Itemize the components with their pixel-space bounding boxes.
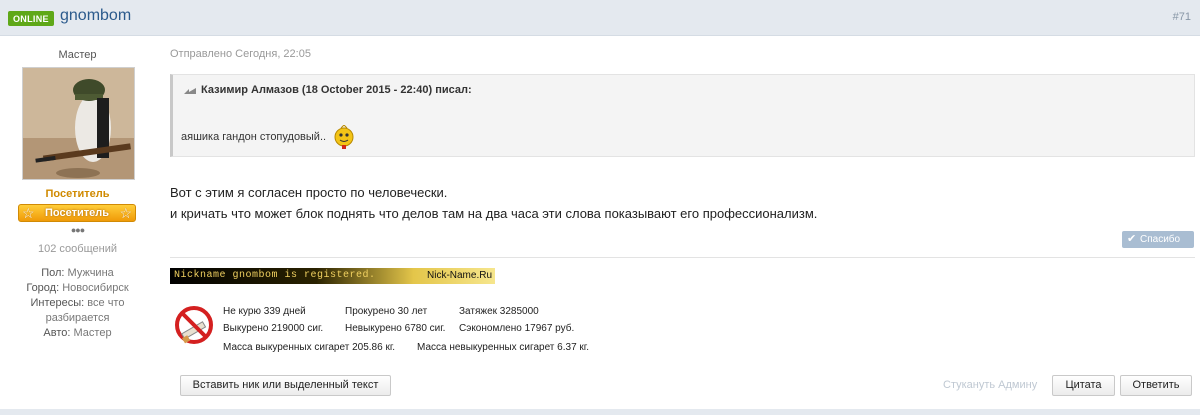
info-value: Мужчина bbox=[67, 267, 114, 279]
nickname-banner-site: Nick-Name.Ru bbox=[427, 270, 493, 281]
smoke-stat: Прокурено 30 лет bbox=[345, 306, 428, 317]
author-info: Пол: Мужчина Город: Новосибирск Интересы… bbox=[0, 266, 155, 341]
info-value: Новосибирск bbox=[62, 282, 129, 294]
post-body: Вот с этим я согласен просто по человече… bbox=[170, 182, 817, 224]
smoke-stat: Масса невыкуренных сигарет 6.37 кг. bbox=[417, 342, 589, 353]
quote-text-content: аяшика гандон стопудовый.. bbox=[181, 130, 327, 143]
post-date: Отправлено Сегодня, 22:05 bbox=[170, 48, 311, 60]
post-line: и кричать что может блок поднять что дел… bbox=[170, 206, 818, 221]
smiley-icon bbox=[334, 125, 354, 149]
info-key: Интересы: bbox=[30, 297, 85, 309]
thanks-button[interactable]: ✔ Спасибо bbox=[1122, 231, 1194, 248]
no-smoking-icon bbox=[175, 306, 213, 344]
info-key: Город: bbox=[26, 282, 60, 294]
avatar-image bbox=[23, 68, 134, 179]
author-username-link[interactable]: gnombom bbox=[60, 7, 131, 25]
smoke-stat: Невыкурено 6780 сиг. bbox=[345, 323, 446, 334]
quote-block: Казимир Алмазов (18 October 2015 - 22:40… bbox=[170, 74, 1195, 157]
online-badge: ONLINE bbox=[8, 11, 54, 26]
smoke-stat: Затяжек 3285000 bbox=[459, 306, 539, 317]
signature-divider bbox=[170, 257, 1195, 258]
post-count: 102 сообщений bbox=[38, 243, 117, 255]
star-icon: ☆ bbox=[119, 205, 132, 221]
nickname-banner-text: Nickname gnombom is registered. bbox=[174, 270, 376, 281]
report-link[interactable]: Стукануть Админу bbox=[943, 379, 1037, 391]
info-car: Авто: Мастер bbox=[0, 326, 155, 341]
reply-button[interactable]: Ответить bbox=[1120, 375, 1192, 396]
check-icon: ✔ bbox=[1127, 233, 1137, 245]
post-header: ONLINE gnombom #71 bbox=[0, 0, 1200, 36]
smoke-stat: Масса выкуренных сигарет 205.86 кг. bbox=[223, 342, 396, 353]
quote-author: Казимир Алмазов (18 October 2015 - 22:40… bbox=[201, 84, 472, 96]
smoke-stat: Не курю 339 дней bbox=[223, 306, 306, 317]
reputation-pips: ●●● bbox=[70, 225, 85, 235]
info-value: Мастер bbox=[73, 327, 112, 339]
author-rank: Мастер bbox=[58, 49, 97, 61]
info-key: Пол: bbox=[41, 267, 65, 279]
smoke-stat: Выкурено 219000 сиг. bbox=[223, 323, 324, 334]
smoke-stat: Сэкономлено 17967 руб. bbox=[459, 323, 575, 334]
quote-text: аяшика гандон стопудовый.. bbox=[181, 125, 355, 149]
group-badge-label: Посетитель bbox=[45, 207, 109, 219]
quote-arrow-icon bbox=[184, 88, 196, 95]
avatar[interactable] bbox=[22, 67, 135, 180]
quote-header: Казимир Алмазов (18 October 2015 - 22:40… bbox=[183, 84, 472, 96]
info-key: Авто: bbox=[43, 327, 71, 339]
info-gender: Пол: Мужчина bbox=[0, 266, 155, 281]
author-group: Посетитель bbox=[45, 188, 110, 200]
thanks-label: Спасибо bbox=[1140, 234, 1181, 245]
quote-button[interactable]: Цитата bbox=[1052, 375, 1115, 396]
post-line: Вот с этим я согласен просто по человече… bbox=[170, 185, 448, 200]
nickname-banner[interactable]: Nickname gnombom is registered. Nick-Nam… bbox=[170, 268, 495, 284]
info-city: Город: Новосибирск bbox=[0, 281, 155, 296]
insert-nick-button[interactable]: Вставить ник или выделенный текст bbox=[180, 375, 391, 396]
post-number-link[interactable]: #71 bbox=[1173, 11, 1191, 23]
info-interests: Интересы: все что разбирается bbox=[0, 296, 155, 326]
group-badge: ☆ Посетитель ☆ bbox=[18, 204, 136, 222]
post-footer-bar bbox=[0, 409, 1200, 415]
